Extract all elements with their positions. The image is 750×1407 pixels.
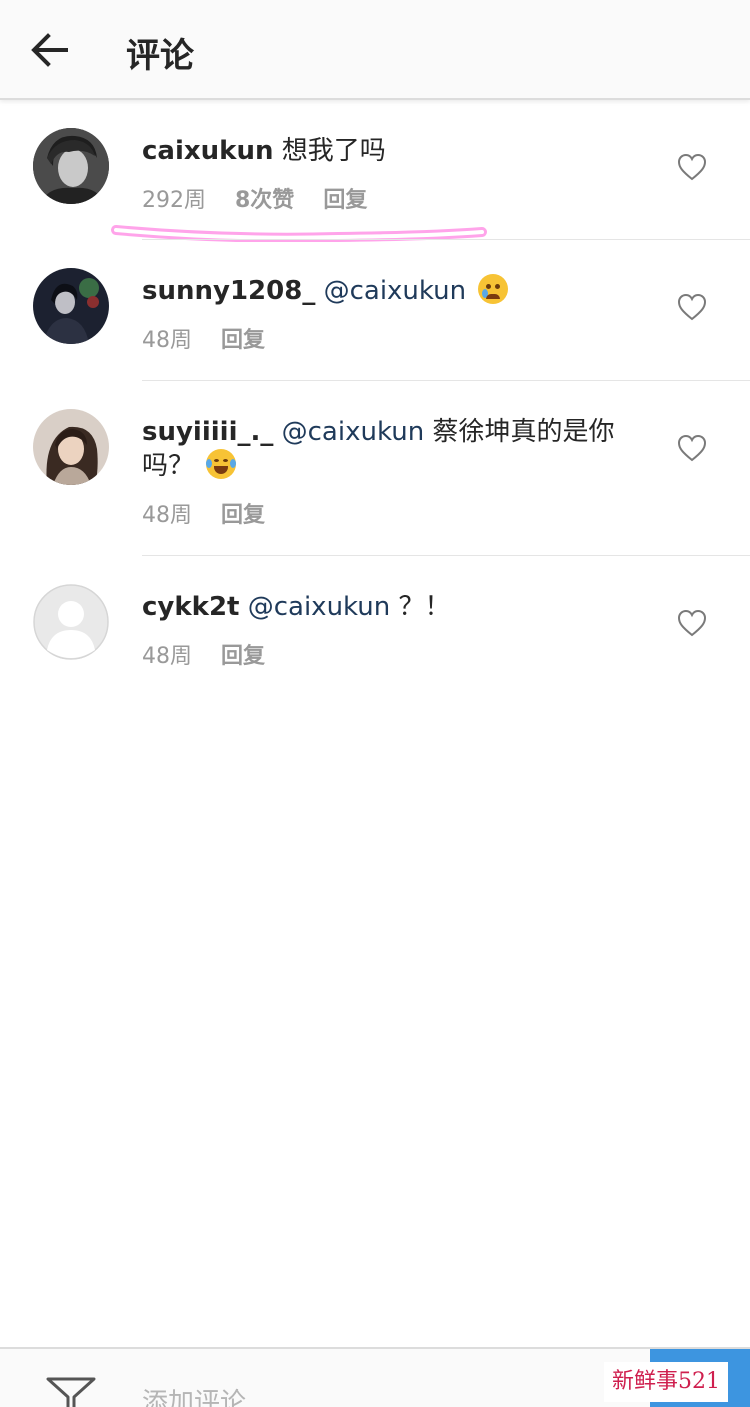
crying-face-icon — [478, 274, 509, 304]
comment-username[interactable]: cykk2t — [142, 592, 239, 622]
comment-text: caixukun 想我了吗 — [142, 134, 632, 168]
comment-item: caixukun 想我了吗 292周 8次赞 回复 — [0, 100, 750, 240]
avatar-photo — [33, 128, 109, 204]
comment-time: 48周 — [142, 503, 192, 528]
mention-link[interactable]: @caixukun — [324, 276, 467, 306]
comment-body: ？！ — [398, 592, 451, 622]
comment-item: suyiiiii_._ @caixukun 蔡徐坤真的是你吗？ 48周 回复 — [0, 381, 750, 555]
comment-username[interactable]: sunny1208_ — [142, 276, 315, 306]
comment-text: suyiiiii_._ @caixukun 蔡徐坤真的是你吗？ — [142, 415, 632, 483]
comment-meta: 48周 回复 — [142, 497, 287, 529]
comment-time: 292周 — [142, 188, 206, 213]
heart-icon[interactable] — [676, 152, 708, 182]
reply-button[interactable]: 回复 — [221, 503, 265, 528]
reply-button[interactable]: 回复 — [323, 188, 367, 213]
comment-text: cykk2t @caixukun ？！ — [142, 590, 632, 624]
default-avatar[interactable] — [33, 584, 109, 660]
comment-meta: 48周 回复 — [142, 322, 287, 354]
comment-username[interactable]: caixukun — [142, 136, 273, 166]
comment-username[interactable]: suyiiiii_._ — [142, 417, 273, 447]
arrow-left-icon — [31, 33, 68, 67]
mention-link[interactable]: @caixukun — [248, 592, 391, 622]
comment-meta: 48周 回复 — [142, 638, 287, 670]
send-icon[interactable] — [44, 1373, 98, 1407]
comment-likes[interactable]: 8次赞 — [235, 188, 294, 213]
comment-input[interactable] — [142, 1383, 582, 1407]
top-bar: 评论 — [0, 0, 750, 100]
comment-body: 想我了吗 — [281, 136, 386, 166]
comment-item: cykk2t @caixukun ？！ 48周 回复 — [0, 556, 750, 696]
comment-meta: 292周 8次赞 回复 — [142, 182, 389, 214]
avatar-photo — [33, 268, 109, 344]
comment-text: sunny1208_ @caixukun — [142, 274, 632, 308]
reply-button[interactable]: 回复 — [221, 328, 265, 353]
default-avatar-icon — [33, 584, 109, 660]
tears-of-joy-icon — [206, 449, 237, 479]
comment-time: 48周 — [142, 644, 192, 669]
comment-item: sunny1208_ @caixukun 48周 回复 — [0, 240, 750, 380]
avatar[interactable] — [33, 268, 109, 344]
mention-link[interactable]: @caixukun — [282, 417, 425, 447]
comment-time: 48周 — [142, 328, 192, 353]
heart-icon[interactable] — [676, 292, 708, 322]
avatar-photo — [33, 409, 109, 485]
reply-button[interactable]: 回复 — [221, 644, 265, 669]
avatar[interactable] — [33, 409, 109, 485]
page-title: 评论 — [126, 36, 194, 76]
avatar[interactable] — [33, 128, 109, 204]
heart-icon[interactable] — [676, 608, 708, 638]
back-button[interactable] — [26, 26, 74, 74]
watermark: 新鲜事521 — [604, 1362, 728, 1402]
heart-icon[interactable] — [676, 433, 708, 463]
